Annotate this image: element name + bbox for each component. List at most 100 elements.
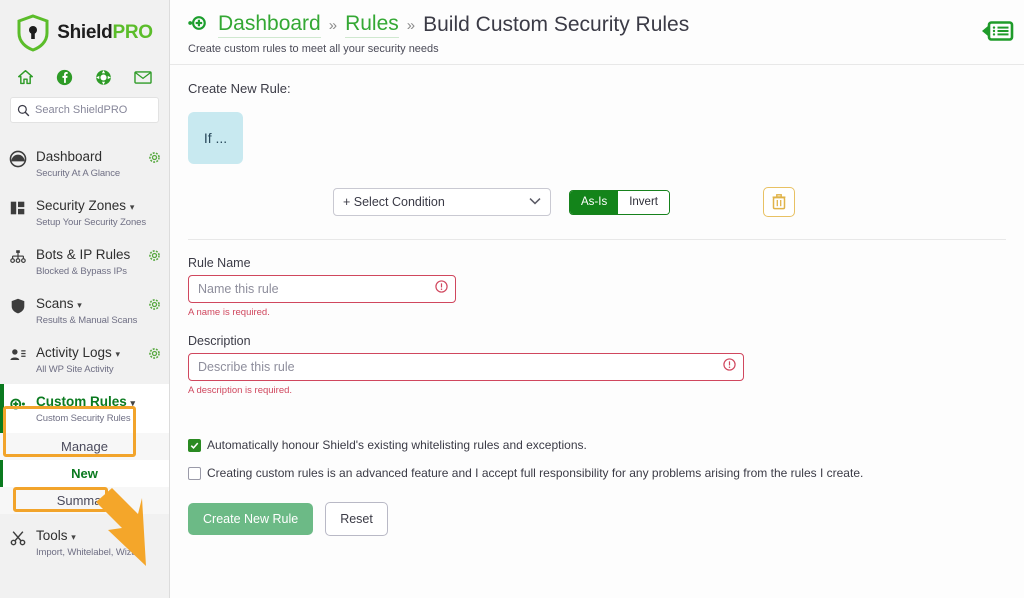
reset-button[interactable]: Reset [325,502,388,536]
sidebar-item-label: Activity Logs ▾ [36,345,120,360]
as-is-invert-toggle: As-Is Invert [569,190,670,215]
page-header: Dashboard » Rules » Build Custom Securit… [170,0,1024,65]
rules-node-icon [9,393,29,418]
sidebar-item-dashboard[interactable]: Dashboard Security At A Glance [0,139,169,188]
breadcrumb: Dashboard » Rules » Build Custom Securit… [188,12,1008,38]
sidebar-item-sublabel: Custom Security Rules [36,413,161,424]
description-label: Description [188,334,1006,348]
brand-name-primary: Shield [57,22,112,43]
shield-icon [9,295,29,320]
sidebar-item-sublabel: Security At A Glance [36,168,141,179]
sidebar-item-activity-logs[interactable]: Activity Logs ▾ All WP Site Activity [0,335,169,384]
breadcrumb-separator: » [407,17,415,34]
checkbox-responsibility[interactable] [188,467,201,480]
lifebuoy-icon[interactable] [95,69,112,86]
sidebar-item-label: Custom Rules ▾ [36,394,135,409]
brand-logo-area[interactable]: ShieldPRO [0,0,169,62]
sidebar-item-tools[interactable]: Tools ▾ Import, Whitelabel, Wizard [0,518,169,567]
breadcrumb-link-rules[interactable]: Rules [345,12,399,38]
collapse-list-icon[interactable] [980,18,1014,44]
rule-name-error: A name is required. [188,307,1006,318]
gear-icon[interactable] [148,246,161,267]
chevron-down-icon: ▾ [130,202,135,212]
search-box[interactable] [10,97,159,123]
checkbox-responsibility-label: Creating custom rules is an advanced fea… [207,466,863,480]
grid-blocks-icon [9,197,29,222]
sidebar-item-sublabel: Import, Whitelabel, Wizard [36,547,161,558]
create-new-rule-button[interactable]: Create New Rule [188,503,313,535]
chevron-down-icon [529,196,541,208]
submenu-item-manage[interactable]: Manage [0,433,169,460]
sidebar-nav: Dashboard Security At A Glance Security … [0,137,169,567]
user-list-icon [9,344,29,369]
sidebar-item-scans[interactable]: Scans ▾ Results & Manual Scans [0,286,169,335]
scissors-icon [9,527,29,552]
toggle-as-is[interactable]: As-Is [570,191,618,214]
rule-builder-form: Create New Rule: If ... + Select Conditi… [170,65,1024,536]
envelope-icon[interactable] [134,69,152,86]
toggle-invert[interactable]: Invert [618,191,669,214]
select-condition-dropdown[interactable]: + Select Condition [333,188,551,216]
sidebar-item-sublabel: Results & Manual Scans [36,315,141,326]
exclamation-circle-icon [435,280,448,298]
network-tree-icon [9,246,29,271]
if-condition-block[interactable]: If ... [188,112,243,164]
home-icon[interactable] [17,69,34,86]
submenu-item-new[interactable]: New [0,460,169,487]
sidebar-item-label: Bots & IP Rules [36,247,130,262]
main-area: Dashboard » Rules » Build Custom Securit… [170,0,1024,598]
sidebar-item-label: Scans ▾ [36,296,82,311]
sidebar-item-label: Security Zones ▾ [36,198,134,213]
submenu-item-summary[interactable]: Summary [0,487,169,514]
search-icon [17,104,30,117]
gauge-icon [9,148,29,173]
chevron-down-icon: ▾ [116,349,121,359]
brand-text: ShieldPRO [57,22,153,44]
rule-name-input[interactable]: Name this rule [188,275,456,303]
chevron-down-icon: ▾ [131,398,136,408]
shield-lock-icon [16,14,50,52]
sidebar-item-sublabel: All WP Site Activity [36,364,141,375]
gear-icon[interactable] [148,344,161,365]
page-title: Build Custom Security Rules [423,13,689,37]
chevron-down-icon: ▾ [71,532,76,542]
sidebar-item-sublabel: Blocked & Bypass IPs [36,266,141,277]
condition-row: + Select Condition As-Is Invert [188,187,1006,240]
gear-icon[interactable] [148,148,161,169]
select-condition-value: + Select Condition [343,195,445,209]
delete-condition-button[interactable] [763,187,795,217]
facebook-icon[interactable] [56,69,73,86]
checkbox-row-responsibility: Creating custom rules is an advanced fea… [188,466,1006,480]
breadcrumb-link-dashboard[interactable]: Dashboard [218,12,321,38]
gear-icon[interactable] [148,295,161,316]
check-icon [190,441,199,450]
search-input[interactable] [35,104,152,116]
sidebar-item-bots-ip-rules[interactable]: Bots & IP Rules Blocked & Bypass IPs [0,237,169,286]
description-error: A description is required. [188,385,1006,396]
sidebar-item-security-zones[interactable]: Security Zones ▾ Setup Your Security Zon… [0,188,169,237]
social-links-row [0,62,169,95]
create-new-rule-label: Create New Rule: [188,81,1006,96]
dashboard-plus-icon [188,14,208,37]
sidebar-item-label: Tools ▾ [36,528,76,543]
breadcrumb-separator: » [329,17,337,34]
form-actions: Create New Rule Reset [188,502,1006,536]
sidebar-item-label: Dashboard [36,149,102,164]
rule-name-field-wrap: Name this rule [188,275,456,303]
sidebar: ShieldPRO [0,0,170,598]
chevron-down-icon: ▾ [77,300,82,310]
app-root: ShieldPRO [0,0,1024,598]
exclamation-circle-icon [723,358,736,376]
checkbox-whitelisting-label: Automatically honour Shield's existing w… [207,438,587,452]
checkbox-whitelisting[interactable] [188,439,201,452]
checkbox-row-whitelisting: Automatically honour Shield's existing w… [188,438,1006,452]
brand-name-secondary: PRO [112,22,152,43]
description-input[interactable]: Describe this rule [188,353,744,381]
sidebar-item-sublabel: Setup Your Security Zones [36,217,161,228]
rule-name-label: Rule Name [188,256,1006,270]
custom-rules-submenu: Manage New Summary [0,433,169,514]
description-field-wrap: Describe this rule [188,353,744,381]
trash-icon [772,194,786,210]
page-subtitle: Create custom rules to meet all your sec… [188,43,1008,55]
sidebar-item-custom-rules[interactable]: Custom Rules ▾ Custom Security Rules [0,384,169,433]
